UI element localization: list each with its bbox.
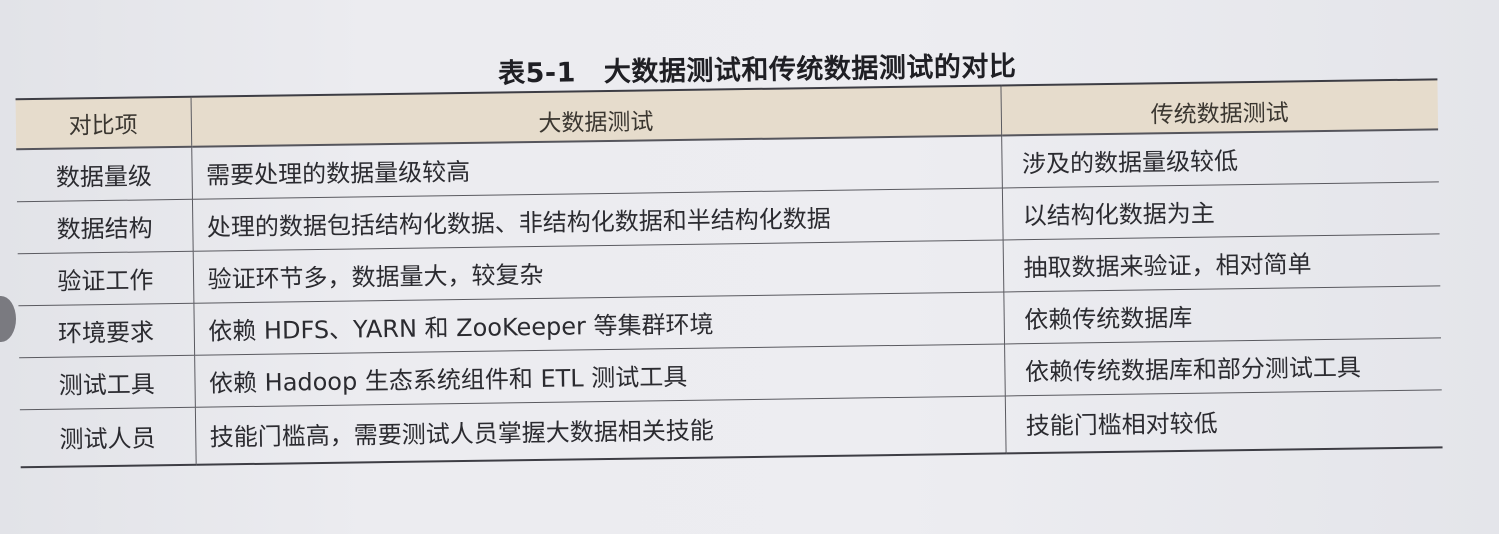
table-title: 大数据测试和传统数据测试的对比 [603, 51, 1017, 89]
row-item-cell: 数据量级 [16, 146, 192, 202]
table-block: 表5-1 大数据测试和传统数据测试的对比 对比项 大数据测试 传统数据测试 数据量… [0, 0, 1499, 534]
row-item-cell: 环境要求 [18, 302, 195, 358]
row-traditional-cell: 抽取数据来验证，相对简单 [1002, 233, 1441, 292]
row-traditional-cell: 技能门槛相对较低 [1004, 389, 1443, 454]
table-number: 表5-1 [497, 57, 577, 90]
comparison-table: 对比项 大数据测试 传统数据测试 数据量级 需要处理的数据量级较高 涉及的数据量… [15, 78, 1443, 468]
row-item-cell: 验证工作 [17, 250, 194, 306]
row-item-cell: 数据结构 [16, 198, 193, 254]
row-traditional-cell: 以结构化数据为主 [1001, 181, 1440, 240]
header-item: 对比项 [15, 96, 192, 150]
row-item-cell: 测试人员 [19, 406, 196, 468]
book-page: 表5-1 大数据测试和传统数据测试的对比 对比项 大数据测试 传统数据测试 数据量… [0, 0, 1499, 534]
header-traditional: 传统数据测试 [1000, 79, 1439, 136]
row-traditional-cell: 涉及的数据量级较低 [1001, 129, 1439, 188]
row-item-cell: 测试工具 [19, 354, 195, 410]
row-traditional-cell: 依赖传统数据库和部分测试工具 [1004, 337, 1442, 396]
row-big-data-cell: 技能门槛高，需要测试人员掌握大数据相关技能 [194, 395, 1006, 465]
row-traditional-cell: 依赖传统数据库 [1003, 285, 1442, 344]
